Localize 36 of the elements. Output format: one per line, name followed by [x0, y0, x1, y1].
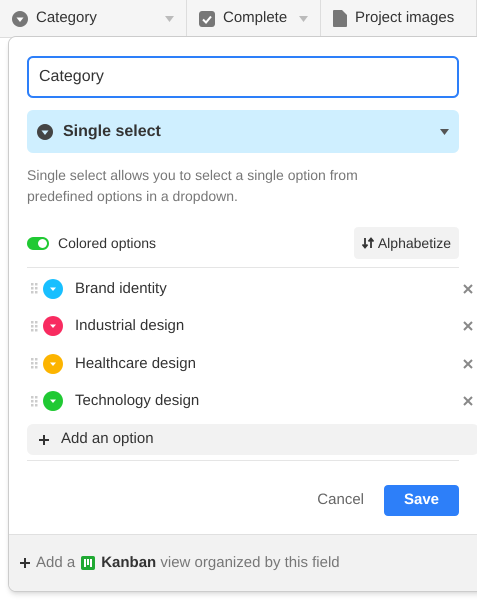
kanban-icon: [81, 556, 96, 570]
close-icon[interactable]: [463, 358, 473, 369]
field-type-dropdown[interactable]: Single select: [27, 110, 459, 153]
close-icon[interactable]: [463, 396, 473, 406]
caret-icon: [299, 16, 308, 22]
colored-options-label: Colored options: [58, 234, 158, 253]
colored-options-toggle[interactable]: [27, 236, 49, 250]
save-button[interactable]: Save: [384, 485, 459, 516]
plus-icon: [20, 558, 30, 568]
color-dot[interactable]: [43, 391, 63, 412]
select-field-icon: [12, 10, 28, 26]
option-label[interactable]: Industrial design: [75, 315, 463, 338]
field-name-input[interactable]: Category: [27, 56, 459, 98]
color-dot[interactable]: [43, 354, 63, 374]
option-label[interactable]: Technology design: [75, 390, 463, 412]
option-label[interactable]: Brand identity: [75, 278, 463, 300]
add-option-button[interactable]: Add an option: [27, 424, 477, 455]
checkbox-field-icon: [199, 10, 215, 26]
document-field-icon: [333, 10, 347, 27]
cancel-button[interactable]: Cancel: [315, 489, 366, 512]
drag-handle-icon[interactable]: [31, 358, 38, 370]
color-dot[interactable]: [43, 316, 63, 336]
field-type-description: Single select allows you to select a single option from predefined options in a dropdown.: [27, 166, 359, 206]
caret-icon: [165, 16, 174, 22]
sort-icon: [362, 237, 374, 249]
close-icon[interactable]: [463, 321, 473, 332]
close-icon[interactable]: [463, 284, 473, 294]
color-dot[interactable]: [43, 278, 63, 299]
option-label[interactable]: Healthcare design: [75, 352, 463, 375]
drag-handle-icon[interactable]: [31, 396, 38, 407]
dropdown-caret-icon: [440, 128, 449, 134]
alphabetize-button[interactable]: Alphabetize: [354, 227, 459, 259]
drag-handle-icon[interactable]: [31, 283, 38, 294]
drag-handle-icon[interactable]: [31, 320, 38, 332]
single-select-icon: [37, 124, 53, 140]
plus-icon: [39, 434, 49, 444]
